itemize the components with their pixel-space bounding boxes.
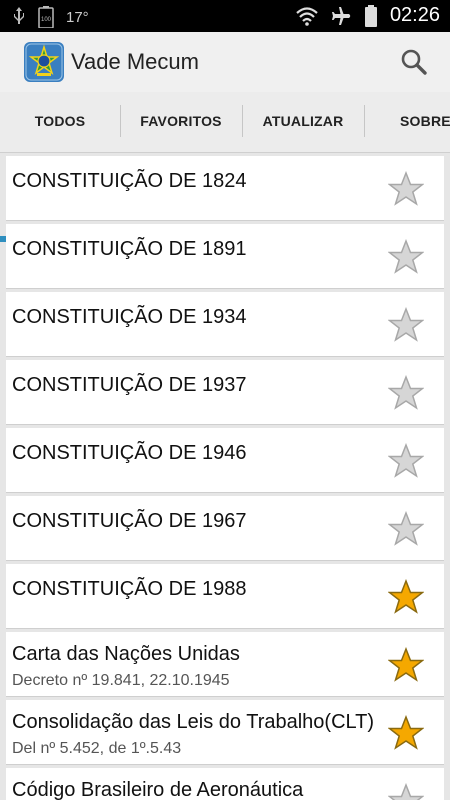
battery-full-icon: 100	[38, 6, 54, 28]
battery-icon	[364, 4, 377, 27]
item-title: Código Brasileiro de Aeronáutica	[12, 779, 304, 800]
star-outline-icon[interactable]	[388, 307, 424, 343]
list-item[interactable]: CONSTITUIÇÃO DE 1967	[6, 496, 444, 561]
list-item[interactable]: CONSTITUIÇÃO DE 1946	[6, 428, 444, 493]
star-outline-icon[interactable]	[388, 511, 424, 547]
temperature-label: 17°	[66, 8, 89, 26]
star-outline-icon[interactable]	[388, 171, 424, 207]
list-item[interactable]: Código Brasileiro de Aeronáutica	[6, 768, 444, 800]
action-bar: Vade Mecum	[0, 32, 450, 92]
clock: 02:26	[389, 4, 440, 26]
document-list[interactable]: CONSTITUIÇÃO DE 1824 CONSTITUIÇÃO DE 189…	[0, 152, 450, 800]
star-outline-icon[interactable]	[388, 443, 424, 479]
item-title: Consolidação das Leis do Trabalho(CLT)	[12, 711, 375, 733]
app-title: Vade Mecum	[71, 49, 199, 74]
list-item[interactable]: CONSTITUIÇÃO DE 1891	[6, 224, 444, 289]
list-item[interactable]: CONSTITUIÇÃO DE 1824	[6, 156, 444, 221]
item-title: CONSTITUIÇÃO DE 1988	[12, 578, 247, 600]
list-item[interactable]: CONSTITUIÇÃO DE 1934	[6, 292, 444, 357]
star-filled-icon[interactable]	[388, 579, 424, 615]
star-filled-icon[interactable]	[388, 715, 424, 751]
star-outline-icon[interactable]	[388, 783, 424, 800]
item-title: CONSTITUIÇÃO DE 1937	[12, 374, 247, 396]
item-title: CONSTITUIÇÃO DE 1824	[12, 170, 247, 192]
search-icon[interactable]	[400, 48, 428, 76]
star-outline-icon[interactable]	[388, 239, 424, 275]
battery-percent-label: 100	[41, 17, 52, 23]
list-item[interactable]: Carta das Nações Unidas Decreto nº 19.84…	[6, 632, 444, 697]
list-item[interactable]: CONSTITUIÇÃO DE 1988	[6, 564, 444, 629]
star-filled-icon[interactable]	[388, 647, 424, 683]
item-title: CONSTITUIÇÃO DE 1891	[12, 238, 247, 260]
usb-icon	[14, 7, 24, 24]
list-item[interactable]: CONSTITUIÇÃO DE 1937	[6, 360, 444, 425]
airplane-mode-icon	[331, 6, 351, 25]
status-bar: 100 17° 02:26	[0, 0, 450, 32]
tab-bar: TODOS FAVORITOS ATUALIZAR SOBRE	[0, 92, 450, 242]
tab-atualizar[interactable]: ATUALIZAR	[243, 92, 363, 150]
brazil-coat-of-arms-icon[interactable]	[24, 42, 64, 82]
tab-favoritos[interactable]: FAVORITOS	[121, 92, 241, 150]
item-title: Carta das Nações Unidas	[12, 643, 240, 665]
list-item[interactable]: Consolidação das Leis do Trabalho(CLT) D…	[6, 700, 444, 765]
item-title: CONSTITUIÇÃO DE 1934	[12, 306, 247, 328]
tab-sobre[interactable]: SOBRE	[365, 92, 450, 150]
item-subtitle: Del nº 5.452, de 1º.5.43	[12, 740, 182, 757]
item-title: CONSTITUIÇÃO DE 1946	[12, 442, 247, 464]
wifi-icon	[296, 6, 318, 26]
star-outline-icon[interactable]	[388, 375, 424, 411]
tab-todos[interactable]: TODOS	[0, 92, 120, 150]
item-subtitle: Decreto nº 19.841, 22.10.1945	[12, 672, 230, 689]
item-title: CONSTITUIÇÃO DE 1967	[12, 510, 247, 532]
